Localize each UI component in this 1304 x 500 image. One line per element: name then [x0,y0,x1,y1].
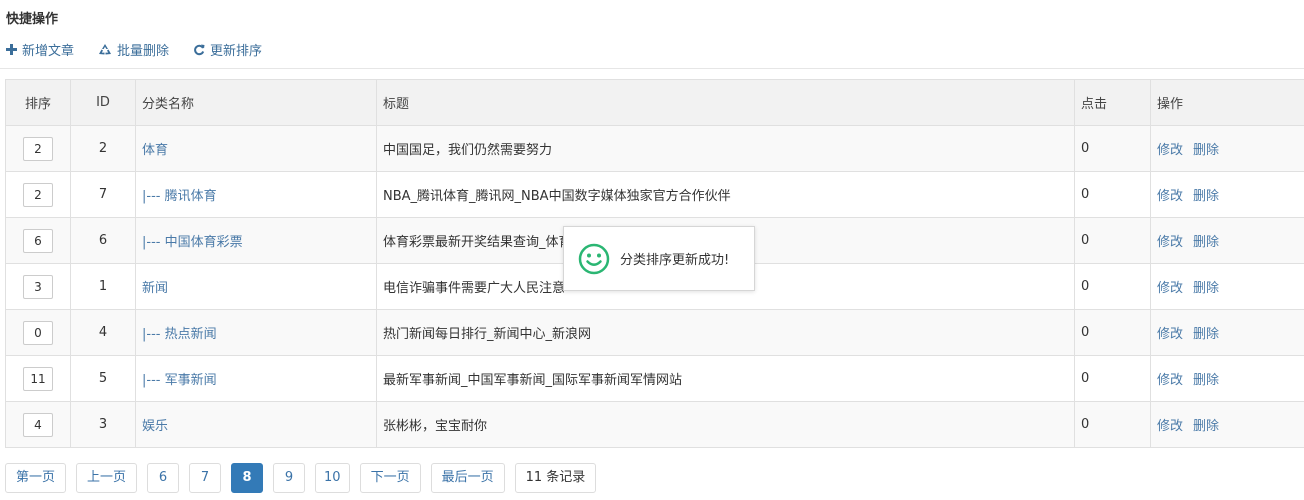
edit-link[interactable]: 修改 [1157,419,1183,434]
column-header-category: 分类名称 [135,79,377,126]
page-9-button[interactable]: 9 [273,463,306,493]
id-cell: 4 [70,309,136,356]
edit-link[interactable]: 修改 [1157,189,1183,204]
clicks-cell: 0 [1074,309,1151,356]
page-10-button[interactable]: 10 [315,463,350,493]
page-6-button[interactable]: 6 [147,463,180,493]
smile-icon [578,243,610,274]
clicks-cell: 0 [1074,171,1151,218]
id-cell: 6 [70,217,136,264]
column-header-clicks: 点击 [1074,79,1151,126]
category-link[interactable]: |--- 热点新闻 [142,327,217,342]
page-title: 快捷操作 [6,12,59,27]
clicks-cell: 0 [1074,125,1151,172]
category-link[interactable]: |--- 腾讯体育 [142,189,217,204]
table-row: 3 娱乐 张彬彬，宝宝耐你 0 修改删除 [5,401,1304,448]
page-8-button-current[interactable]: 8 [231,463,264,493]
category-link[interactable]: 娱乐 [142,419,168,434]
clicks-cell: 0 [1074,263,1151,310]
clicks-cell: 0 [1074,355,1151,402]
title-cell: 中国国足，我们仍然需要努力 [376,125,1075,172]
add-article-label: 新增文章 [22,44,75,59]
category-link[interactable]: 新闻 [142,281,168,296]
title-cell: 最新军事新闻_中国军事新闻_国际军事新闻军情网站 [376,355,1075,402]
page-7-button[interactable]: 7 [189,463,222,493]
column-header-title: 标题 [376,79,1075,126]
category-link[interactable]: |--- 军事新闻 [142,373,217,388]
title-cell: NBA_腾讯体育_腾讯网_NBA中国数字媒体独家官方合作伙伴 [376,171,1075,218]
sort-order-input[interactable] [23,228,53,253]
delete-link[interactable]: 删除 [1193,281,1219,296]
delete-link[interactable]: 删除 [1193,189,1219,204]
plus-icon [6,44,17,55]
last-page-button[interactable]: 最后一页 [430,463,505,493]
update-sort-label: 更新排序 [210,44,263,59]
table-row: 5 |--- 军事新闻 最新军事新闻_中国军事新闻_国际军事新闻军情网站 0 修… [5,355,1304,402]
delete-link[interactable]: 删除 [1193,327,1219,342]
add-article-button[interactable]: 新增文章 [6,40,74,59]
sort-order-input[interactable] [23,136,53,161]
column-header-id: ID [70,79,136,126]
edit-link[interactable]: 修改 [1157,373,1183,388]
id-cell: 7 [70,171,136,218]
update-sort-button[interactable]: 更新排序 [193,40,262,59]
category-link[interactable]: |--- 中国体育彩票 [142,235,243,250]
delete-link[interactable]: 删除 [1193,235,1219,250]
sort-order-input[interactable] [23,412,53,437]
record-count: 11 条记录 [514,463,597,493]
edit-link[interactable]: 修改 [1157,281,1183,296]
clicks-cell: 0 [1074,401,1151,448]
first-page-button[interactable]: 第一页 [5,463,67,493]
table-row: 4 |--- 热点新闻 热门新闻每日排行_新闻中心_新浪网 0 修改删除 [5,309,1304,356]
refresh-icon [194,44,205,55]
pagination: 第一页 上一页 6 7 8 9 10 下一页 最后一页 11 条记录 [5,463,597,493]
quick-actions-toolbar: 新增文章 批量删除 更新排序 [6,40,262,59]
category-link[interactable]: 体育 [142,143,168,158]
id-cell: 2 [70,125,136,172]
batch-delete-label: 批量删除 [117,44,170,59]
edit-link[interactable]: 修改 [1157,143,1183,158]
delete-link[interactable]: 删除 [1193,143,1219,158]
delete-link[interactable]: 删除 [1193,419,1219,434]
table-row: 7 |--- 腾讯体育 NBA_腾讯体育_腾讯网_NBA中国数字媒体独家官方合作… [5,171,1304,218]
id-cell: 1 [70,263,136,310]
sort-order-input[interactable] [23,320,53,345]
column-header-actions: 操作 [1150,79,1304,126]
delete-link[interactable]: 删除 [1193,373,1219,388]
id-cell: 5 [70,355,136,402]
next-page-button[interactable]: 下一页 [359,463,421,493]
sort-order-input[interactable] [23,274,53,299]
batch-delete-button[interactable]: 批量删除 [98,40,169,59]
prev-page-button[interactable]: 上一页 [76,463,138,493]
title-cell: 热门新闻每日排行_新闻中心_新浪网 [376,309,1075,356]
table-row: 2 体育 中国国足，我们仍然需要努力 0 修改删除 [5,125,1304,172]
table-header-row: 排序 ID 分类名称 标题 点击 操作 [5,79,1304,126]
toast-message: 分类排序更新成功! [620,253,730,268]
edit-link[interactable]: 修改 [1157,327,1183,342]
id-cell: 3 [70,401,136,448]
sort-order-input[interactable] [23,366,53,391]
column-header-sort: 排序 [5,79,71,126]
title-cell: 张彬彬，宝宝耐你 [376,401,1075,448]
edit-link[interactable]: 修改 [1157,235,1183,250]
success-toast: 分类排序更新成功! [563,226,755,291]
header-divider [0,68,1304,69]
clicks-cell: 0 [1074,217,1151,264]
sort-order-input[interactable] [23,182,53,207]
recycle-icon [99,44,112,55]
